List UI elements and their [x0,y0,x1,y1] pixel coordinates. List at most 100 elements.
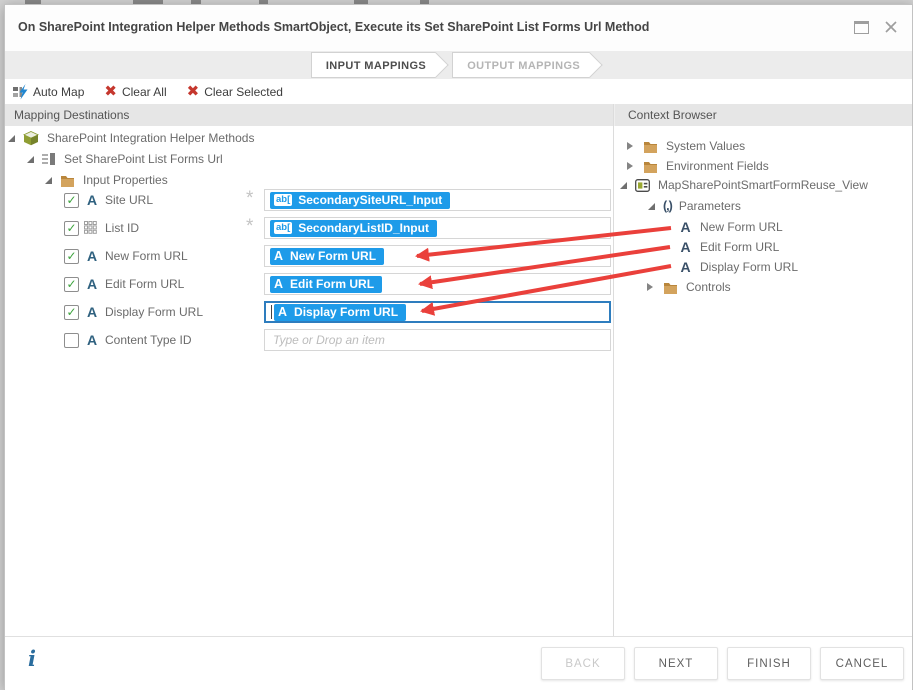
property-label: New Form URL [105,249,188,263]
parameter-icon: A [678,240,693,254]
context-item-label: MapSharePointSmartFormReuse_View [658,178,868,192]
mapped-value-chip[interactable]: A Edit Form URL [270,276,382,293]
mapping-row-new-form-url: ✓ A New Form URL A New Form URL [5,245,613,267]
context-item-display-form-url[interactable]: A Display Form URL [678,257,798,277]
expander-expanded-icon[interactable] [648,203,655,210]
mapping-row-list-id: ✓ List ID * a [5,217,613,239]
mapped-value-chip[interactable]: A New Form URL [270,248,384,265]
required-star: * [246,192,253,206]
textbox-icon: ab[ [274,222,292,234]
clear-selected-icon: ✖ [187,84,200,99]
cancel-button[interactable]: CANCEL [820,647,904,680]
clear-selected-button[interactable]: ✖ Clear Selected [187,84,283,99]
property-label: Content Type ID [105,333,192,347]
back-button[interactable]: BACK [541,647,625,680]
dialog-title: On SharePoint Integration Helper Methods… [18,20,649,34]
textbox-icon: ab[ [274,194,292,206]
mapping-row-edit-form-url: ✓ A Edit Form URL A Edit Form URL [5,273,613,295]
context-browser-body: System Values Environment Fields [614,126,912,636]
mapping-row-display-form-url: ✓ A Display Form URL A Display Form URL [5,301,613,323]
list-id-checkbox[interactable]: ✓ [64,221,79,236]
tree-item-label: SharePoint Integration Helper Methods [47,131,254,145]
context-item-controls[interactable]: Controls [647,277,731,297]
expander-expanded-icon[interactable] [8,135,15,142]
context-item-view[interactable]: MapSharePointSmartFormReuse_View [620,175,868,195]
display-form-url-checkbox[interactable]: ✓ [64,305,79,320]
context-item-new-form-url[interactable]: A New Form URL [678,217,783,237]
edit-form-url-checkbox[interactable]: ✓ [64,277,79,292]
mapped-value-text: SecondaryListID_Input [298,221,429,235]
expander-collapsed-icon[interactable] [647,283,653,291]
expander-expanded-icon[interactable] [620,182,627,189]
tree-item-input-properties[interactable]: Input Properties [45,170,168,190]
mapped-value-chip[interactable]: A Display Form URL [274,304,406,321]
new-form-url-checkbox[interactable]: ✓ [64,249,79,264]
folder-icon [663,281,678,294]
context-item-parameters[interactable]: (,) Parameters [648,196,741,216]
context-item-system-values[interactable]: System Values [627,136,745,156]
property-label: Site URL [105,193,153,207]
smartobject-cube-icon [23,131,39,146]
clear-all-icon: ✖ [104,84,117,99]
list-id-input[interactable]: ab[ SecondaryListID_Input [264,217,611,239]
tree-item-smartobject[interactable]: SharePoint Integration Helper Methods [8,128,254,148]
mapped-value-text: Display Form URL [294,305,398,319]
method-icon [42,152,56,166]
property-text-icon: A [84,332,100,348]
required-star: * [246,220,253,234]
display-form-url-input[interactable]: A Display Form URL [264,301,611,323]
mapping-workspace: Mapping Destinations SharePoint Integrat… [5,104,912,636]
expander-expanded-icon[interactable] [27,156,34,163]
folder-icon [60,174,75,187]
expander-collapsed-icon[interactable] [627,162,633,170]
property-label: Display Form URL [105,305,203,319]
text-cursor [271,305,272,319]
input-placeholder: Type or Drop an item [270,333,385,347]
mapping-destinations-body: SharePoint Integration Helper Methods Se… [5,126,613,636]
parameter-icon: A [274,277,283,291]
context-item-label: Display Form URL [700,260,798,274]
finish-button[interactable]: FINISH [727,647,811,680]
context-item-label: New Form URL [700,220,783,234]
checkmark-icon: ✓ [65,250,78,263]
site-url-input[interactable]: ab[ SecondarySiteURL_Input [264,189,611,211]
dialog-titlebar: On SharePoint Integration Helper Methods… [5,5,912,52]
parameter-icon: A [678,260,693,274]
context-item-edit-form-url[interactable]: A Edit Form URL [678,237,779,257]
clear-selected-label: Clear Selected [204,85,283,99]
mapped-value-chip[interactable]: ab[ SecondarySiteURL_Input [270,192,450,209]
clear-all-button[interactable]: ✖ Clear All [104,84,166,99]
context-item-label: Edit Form URL [700,240,779,254]
checkmark-icon: ✓ [65,194,78,207]
site-url-checkbox[interactable]: ✓ [64,193,79,208]
edit-form-url-input[interactable]: A Edit Form URL [264,273,611,295]
expander-expanded-icon[interactable] [45,177,52,184]
checkmark-icon: ✓ [65,306,78,319]
next-button[interactable]: NEXT [634,647,718,680]
new-form-url-input[interactable]: A New Form URL [264,245,611,267]
mapped-value-chip[interactable]: ab[ SecondaryListID_Input [270,220,437,237]
tab-input-mappings[interactable]: INPUT MAPPINGS [311,52,436,78]
property-label: List ID [105,221,139,235]
wizard-step-bar: INPUT MAPPINGS OUTPUT MAPPINGS [5,51,912,79]
tree-item-method[interactable]: Set SharePoint List Forms Url [27,149,223,169]
mapped-value-text: SecondarySiteURL_Input [298,193,442,207]
mapping-wizard-dialog: On SharePoint Integration Helper Methods… [4,4,913,689]
close-icon[interactable] [884,20,898,34]
expander-collapsed-icon[interactable] [627,142,633,150]
tab-output-mappings-label: OUTPUT MAPPINGS [467,60,580,72]
content-type-id-input[interactable]: Type or Drop an item [264,329,611,351]
folder-icon [643,160,658,173]
property-text-icon: A [84,276,100,292]
mapping-toolbar: Auto Map ✖ Clear All ✖ Clear Selected [5,79,912,104]
auto-map-button[interactable]: Auto Map [12,84,84,100]
tab-output-mappings[interactable]: OUTPUT MAPPINGS [452,52,590,78]
maximize-icon[interactable] [854,21,869,34]
view-icon [635,179,650,192]
parameter-icon: A [278,305,287,319]
mapping-destinations-header: Mapping Destinations [5,104,613,126]
info-icon[interactable]: i [28,646,36,671]
context-item-label: System Values [666,139,745,153]
content-type-id-checkbox[interactable] [64,333,79,348]
context-item-environment-fields[interactable]: Environment Fields [627,156,769,176]
